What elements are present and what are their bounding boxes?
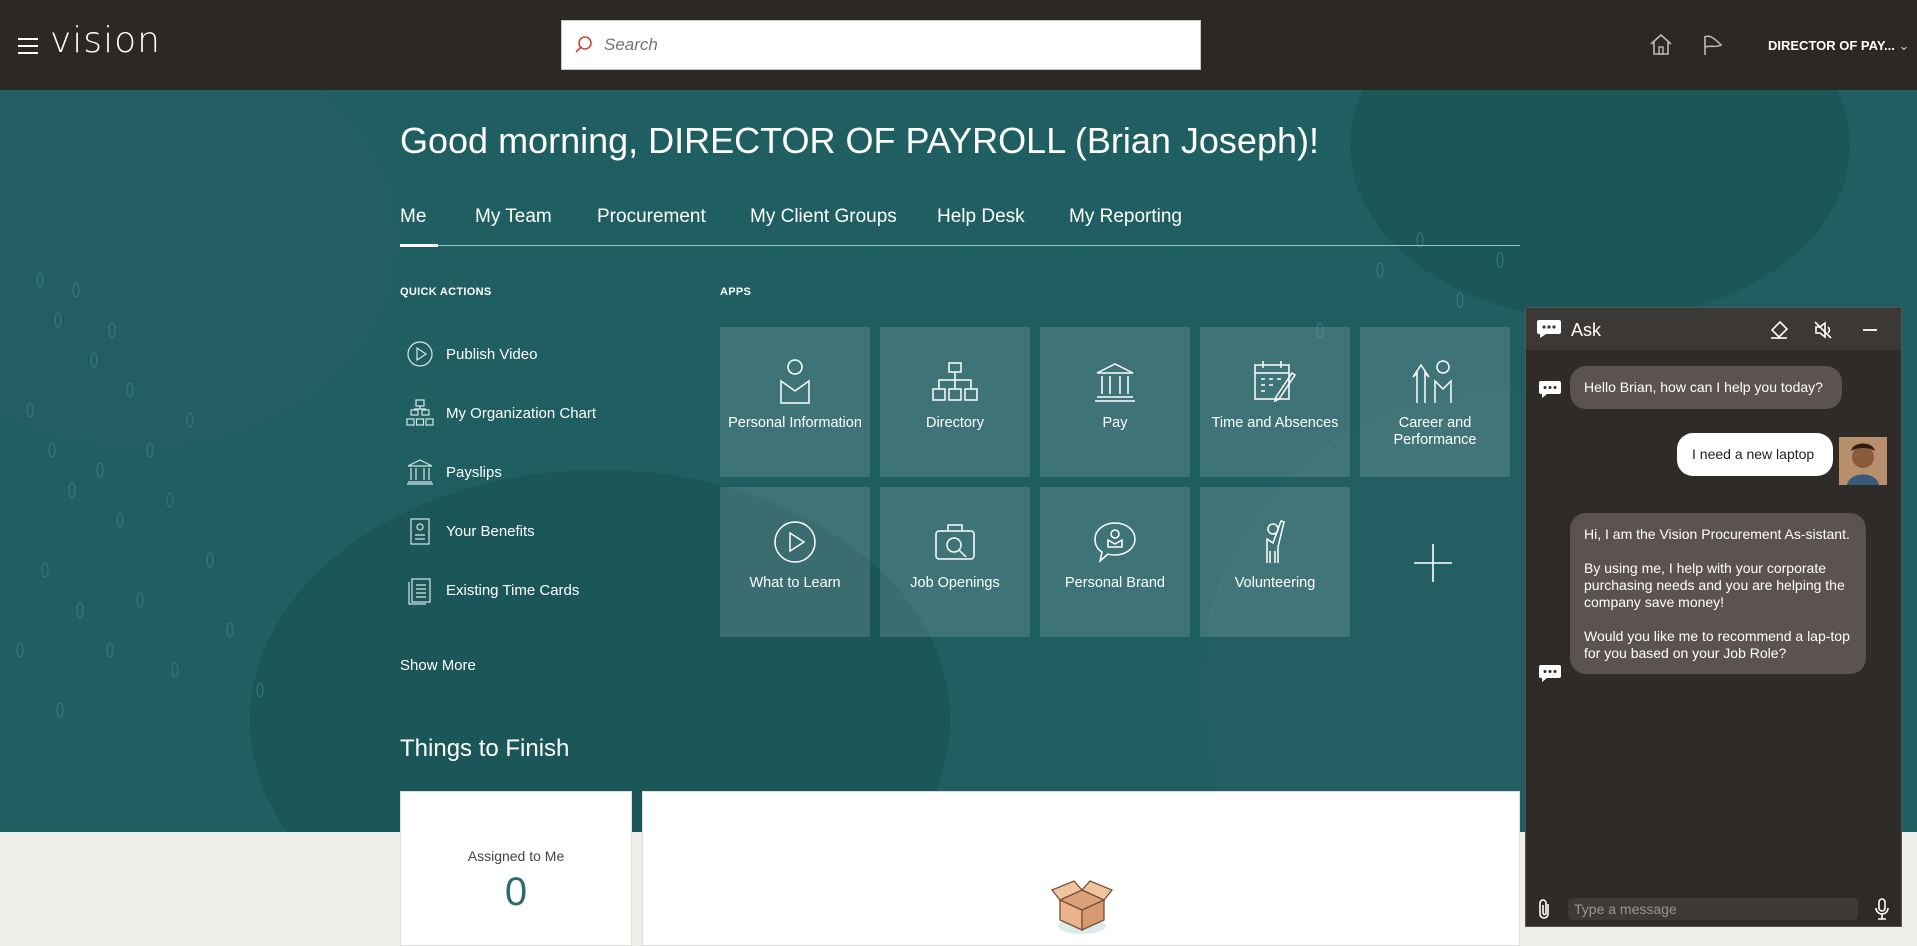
app-tile-label: Personal Brand xyxy=(1065,575,1165,591)
apps-heading: APPS xyxy=(720,286,752,298)
quick-action-payslips[interactable]: Payslips xyxy=(404,455,502,489)
quick-action-label: Payslips xyxy=(446,463,502,481)
app-tile-label: Pay xyxy=(1102,415,1128,431)
briefcase-icon xyxy=(935,524,975,560)
app-tile-label: Job Openings xyxy=(910,575,1000,591)
app-tile-what-to-learn[interactable]: What to Learn xyxy=(720,487,870,637)
bot-avatar-icon xyxy=(1539,381,1561,398)
clipboard-icon xyxy=(410,518,430,545)
chat-header: Ask xyxy=(1526,308,1901,350)
app-tile-label: Personal Information xyxy=(728,415,862,431)
page-greeting: Good morning, DIRECTOR OF PAYROLL (Brian… xyxy=(400,120,1319,161)
assigned-label: Assigned to Me xyxy=(467,848,565,864)
open-box-icon xyxy=(1050,880,1114,934)
chat-message-input[interactable] xyxy=(1568,898,1858,920)
vision-logo[interactable]: vision xyxy=(50,20,161,61)
mute-icon[interactable] xyxy=(1813,320,1833,340)
app-tile-volunteering[interactable]: Volunteering xyxy=(1200,487,1350,637)
chat-composer xyxy=(1526,882,1901,928)
user-avatar xyxy=(1839,437,1887,485)
home-icon[interactable] xyxy=(1648,32,1674,58)
search-icon xyxy=(575,36,592,53)
directory-icon xyxy=(932,362,978,401)
app-tile-personal-brand[interactable]: Personal Brand xyxy=(1040,487,1190,637)
org-chart-icon xyxy=(406,399,434,426)
things-to-finish-empty-card xyxy=(642,791,1520,946)
volunteer-icon xyxy=(1266,520,1285,563)
career-icon xyxy=(1412,360,1452,403)
assigned-count: 0 xyxy=(504,870,528,914)
quick-action-label: Publish Video xyxy=(446,345,538,363)
tab-me[interactable]: Me xyxy=(400,206,440,247)
search-input[interactable] xyxy=(604,35,1184,55)
home-tabs: Me My Team Procurement My Client Groups … xyxy=(400,206,1520,247)
quick-action-benefits[interactable]: Your Benefits xyxy=(404,514,535,548)
quick-action-label: My Organization Chart xyxy=(446,404,597,422)
app-tile-directory[interactable]: Directory xyxy=(880,327,1030,477)
app-tile-label: Time and Absences xyxy=(1211,415,1339,431)
app-tile-label: What to Learn xyxy=(749,575,841,591)
app-tile-label: Directory xyxy=(925,415,984,431)
minimize-icon[interactable] xyxy=(1860,320,1880,340)
bot-message: Hi, I am the Vision Procurement As-sista… xyxy=(1570,513,1866,674)
app-tile-time-and-absences[interactable]: Time and Absences xyxy=(1200,327,1350,477)
app-tile-personal-information[interactable]: Personal Information xyxy=(720,327,870,477)
person-icon xyxy=(780,359,810,404)
app-tile-job-openings[interactable]: Job Openings xyxy=(880,487,1030,637)
quick-action-org-chart[interactable]: My Organization Chart xyxy=(404,396,596,430)
quick-actions-heading: QUICK ACTIONS xyxy=(400,286,492,298)
top-bar: vision DIRECTOR OF PAY... ⌄ xyxy=(0,0,1917,90)
tab-my-reporting[interactable]: My Reporting xyxy=(1069,206,1182,228)
add-app-button[interactable] xyxy=(1410,540,1456,586)
assigned-to-me-card[interactable]: Assigned to Me 0 xyxy=(400,791,632,946)
app-tile-pay[interactable]: Pay xyxy=(1040,327,1190,477)
bot-message: Hello Brian, how can I help you today? xyxy=(1570,366,1842,409)
tab-help-desk[interactable]: Help Desk xyxy=(937,206,1025,228)
notification-flag-icon[interactable] xyxy=(1700,32,1726,58)
global-search[interactable] xyxy=(561,20,1201,70)
app-tile-label: Career and Performance xyxy=(1393,415,1477,448)
bot-avatar-icon xyxy=(1539,665,1561,682)
quick-action-time-cards[interactable]: Existing Time Cards xyxy=(404,573,579,607)
paperclip-icon[interactable] xyxy=(1536,898,1552,920)
ask-chat-panel: Ask Hello Brian, how can I help you toda… xyxy=(1525,307,1902,927)
things-to-finish-heading: Things to Finish xyxy=(400,735,570,762)
show-more-link[interactable]: Show More xyxy=(400,657,476,674)
document-stack-icon xyxy=(408,578,431,605)
tab-procurement[interactable]: Procurement xyxy=(597,206,706,228)
tab-my-team[interactable]: My Team xyxy=(475,206,552,228)
app-tile-label: Volunteering xyxy=(1234,575,1316,591)
play-circle-icon xyxy=(774,521,816,563)
quick-action-label: Your Benefits xyxy=(446,522,535,540)
play-circle-icon xyxy=(407,341,433,367)
bank-icon xyxy=(407,459,433,485)
tab-my-client-groups[interactable]: My Client Groups xyxy=(750,206,897,228)
plus-icon xyxy=(1414,544,1452,582)
quick-action-label: Existing Time Cards xyxy=(446,581,580,599)
user-name: DIRECTOR OF PAY... xyxy=(1768,38,1895,53)
app-tile-career-and-performance[interactable]: Career and Performance xyxy=(1360,327,1510,477)
bank-icon xyxy=(1095,363,1135,402)
calendar-icon xyxy=(1254,361,1297,403)
chevron-down-icon: ⌄ xyxy=(1898,38,1910,53)
microphone-icon[interactable] xyxy=(1874,898,1890,920)
chat-bubble-icon xyxy=(1537,320,1561,338)
speech-person-icon xyxy=(1094,522,1136,564)
user-message: I need a new laptop xyxy=(1677,433,1833,476)
quick-action-publish-video[interactable]: Publish Video xyxy=(404,337,537,371)
user-menu[interactable]: DIRECTOR OF PAY... ⌄ xyxy=(1768,38,1909,54)
eraser-icon[interactable] xyxy=(1769,320,1789,340)
chat-title: Ask xyxy=(1571,320,1602,340)
hamburger-menu-icon[interactable] xyxy=(18,38,38,54)
